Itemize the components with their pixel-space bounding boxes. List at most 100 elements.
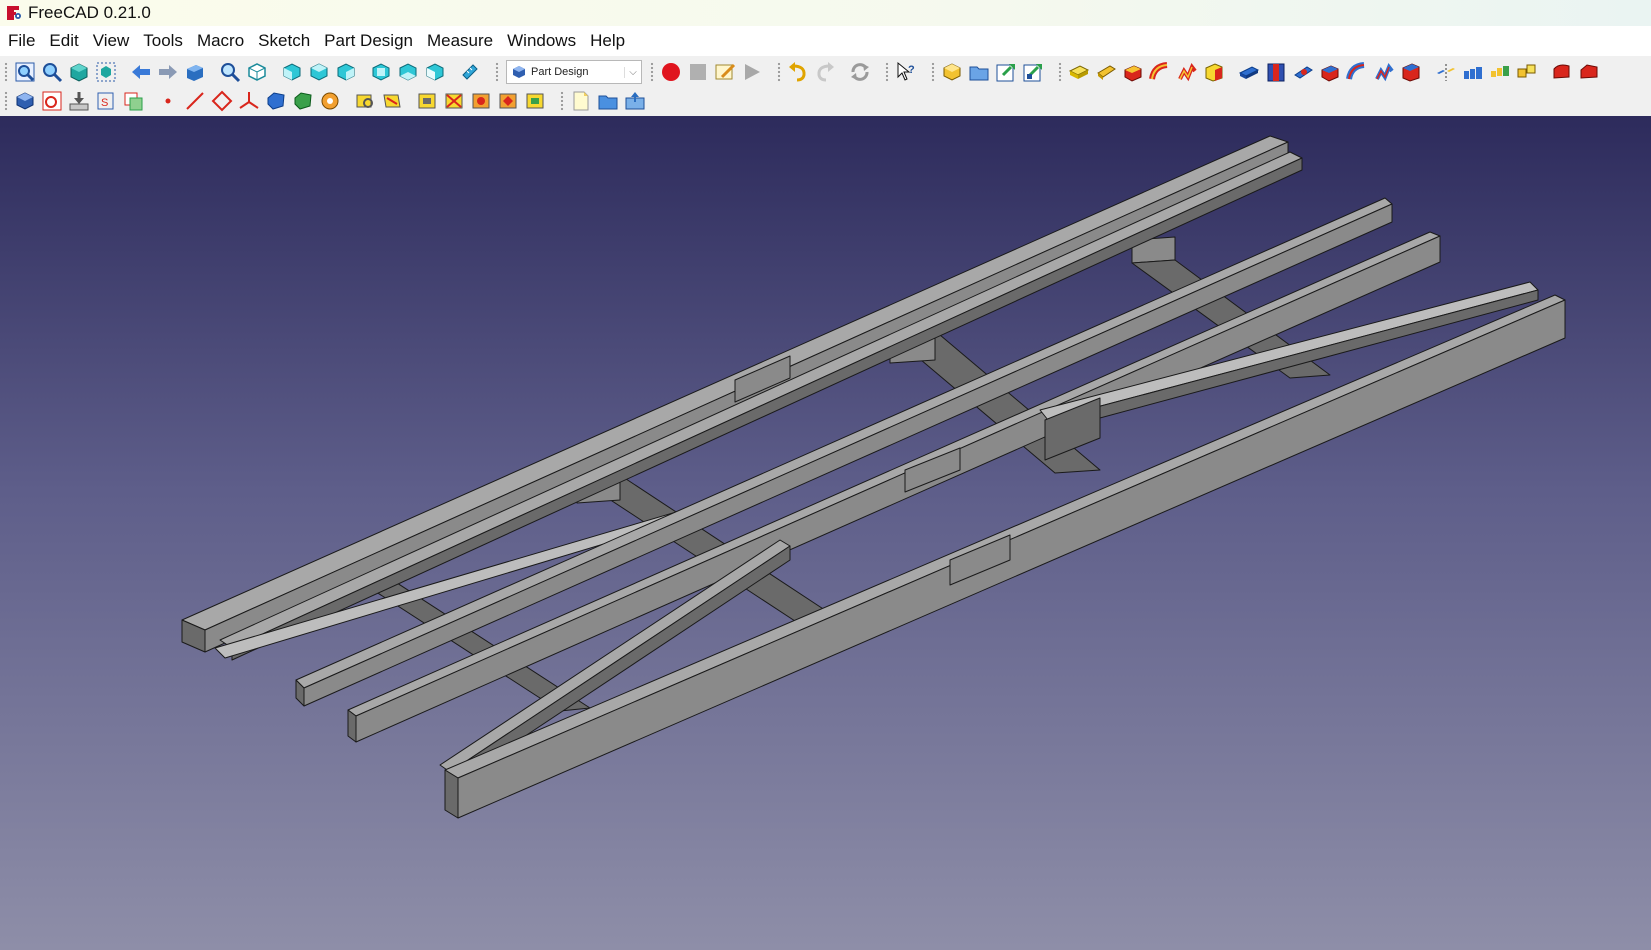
groove-icon[interactable] [1291,60,1315,84]
toolbar-grip[interactable] [1058,62,1062,82]
3d-viewport[interactable] [0,116,1651,950]
menu-view[interactable]: View [86,26,137,56]
freecad-app-icon [7,6,21,20]
right-beam-end [444,769,459,819]
sprocket-icon[interactable] [496,89,520,113]
sketch-validate-icon[interactable] [353,89,377,113]
subtractive-loft-icon[interactable] [1318,60,1342,84]
std-view-icon[interactable] [183,60,207,84]
toolbar-grip[interactable] [650,62,654,82]
stop-macro-icon[interactable] [686,60,710,84]
thickness-icon[interactable] [415,89,439,113]
datum-point-icon[interactable] [156,89,180,113]
menu-measure[interactable]: Measure [420,26,500,56]
datum-line-icon[interactable] [183,89,207,113]
body-icon[interactable] [13,89,37,113]
chamfer-icon[interactable] [1577,60,1601,84]
move-tip-icon[interactable] [318,89,342,113]
linear-pattern-icon[interactable] [1461,60,1485,84]
additive-helix-icon[interactable] [1175,60,1199,84]
toolbar-grip[interactable] [560,91,564,111]
left-view-icon[interactable] [423,60,447,84]
link-icon[interactable] [994,60,1018,84]
steel-frame-model[interactable] [0,116,1651,950]
workbench-selector-label: Part Design [531,66,589,78]
whats-this-icon[interactable]: ? [894,60,918,84]
new-document-icon[interactable] [569,89,593,113]
new-sketch-icon[interactable] [40,89,64,113]
local-coordinate-system-icon[interactable] [237,89,261,113]
open-document-icon[interactable] [596,89,620,113]
subtractive-pipe-icon[interactable] [1345,60,1369,84]
forward-icon[interactable] [156,60,180,84]
additive-pipe-icon[interactable] [1148,60,1172,84]
toolbar-grip[interactable] [931,62,935,82]
shaft-wizard-icon[interactable] [442,89,466,113]
bounding-box-icon[interactable] [94,60,118,84]
record-macro-icon[interactable] [659,60,683,84]
boolean-icon[interactable] [291,89,315,113]
menu-file[interactable]: File [0,26,42,56]
menu-tools[interactable]: Tools [136,26,190,56]
create-part-icon[interactable] [967,60,991,84]
toolbar-grip[interactable] [885,62,889,82]
isometric-icon[interactable] [245,60,269,84]
fit-selection-icon[interactable] [40,60,64,84]
toolbar-grip[interactable] [4,62,8,82]
menu-bar: File Edit View Tools Macro Sketch Part D… [0,26,1651,56]
toolbar-grip[interactable] [4,91,8,111]
save-icon[interactable] [623,89,647,113]
menu-part-design[interactable]: Part Design [317,26,420,56]
polar-pattern-icon[interactable] [1488,60,1512,84]
clone-icon[interactable] [121,89,145,113]
multi-transform-icon[interactable] [1515,60,1539,84]
measure-icon[interactable] [458,60,482,84]
bottom-view-icon[interactable] [396,60,420,84]
menu-macro[interactable]: Macro [190,26,251,56]
chevron-down-icon[interactable]: ⌵ [624,66,641,78]
hole-icon[interactable] [1264,60,1288,84]
toolbar-row-1: Part Design ⌵ ? [0,58,1651,86]
pocket-icon[interactable] [1237,60,1261,84]
mirrored-icon[interactable] [1434,60,1458,84]
draw-style-icon[interactable] [67,60,91,84]
middle-beam-2-end [347,709,357,743]
datum-plane-icon[interactable] [210,89,234,113]
involute-icon[interactable] [523,89,547,113]
rear-view-icon[interactable] [369,60,393,84]
menu-windows[interactable]: Windows [500,26,583,56]
toolbar-grip[interactable] [777,62,781,82]
redo-icon[interactable] [813,60,837,84]
link-sub-icon[interactable] [1021,60,1045,84]
toolbar-row-2: S [0,87,1651,115]
run-macro-icon[interactable] [740,60,764,84]
title-bar: FreeCAD 0.21.0 [0,0,1651,26]
fit-all-icon[interactable] [13,60,37,84]
pad-icon[interactable] [1067,60,1091,84]
sub-shape-binder-icon[interactable] [264,89,288,113]
top-view-icon[interactable] [307,60,331,84]
front-view-icon[interactable] [280,60,304,84]
right-view-icon[interactable] [334,60,358,84]
gear-icon[interactable] [469,89,493,113]
refresh-icon[interactable] [848,60,872,84]
create-body-icon[interactable] [940,60,964,84]
subtractive-helix-icon[interactable] [1372,60,1396,84]
workbench-selector[interactable]: Part Design ⌵ [506,60,642,84]
back-icon[interactable] [129,60,153,84]
draft-icon[interactable] [380,89,404,113]
zoom-icon[interactable] [218,60,242,84]
revolution-icon[interactable] [1094,60,1118,84]
attach-icon[interactable] [67,89,91,113]
menu-sketch[interactable]: Sketch [251,26,317,56]
toolbar-grip[interactable] [495,62,499,82]
additive-loft-icon[interactable] [1121,60,1145,84]
subtractive-box-icon[interactable] [1399,60,1423,84]
additive-box-icon[interactable] [1202,60,1226,84]
undo-icon[interactable] [786,60,810,84]
menu-edit[interactable]: Edit [42,26,85,56]
edit-macro-icon[interactable] [713,60,737,84]
menu-help[interactable]: Help [583,26,632,56]
fillet-icon[interactable] [1550,60,1574,84]
shape-binder-icon[interactable]: S [94,89,118,113]
